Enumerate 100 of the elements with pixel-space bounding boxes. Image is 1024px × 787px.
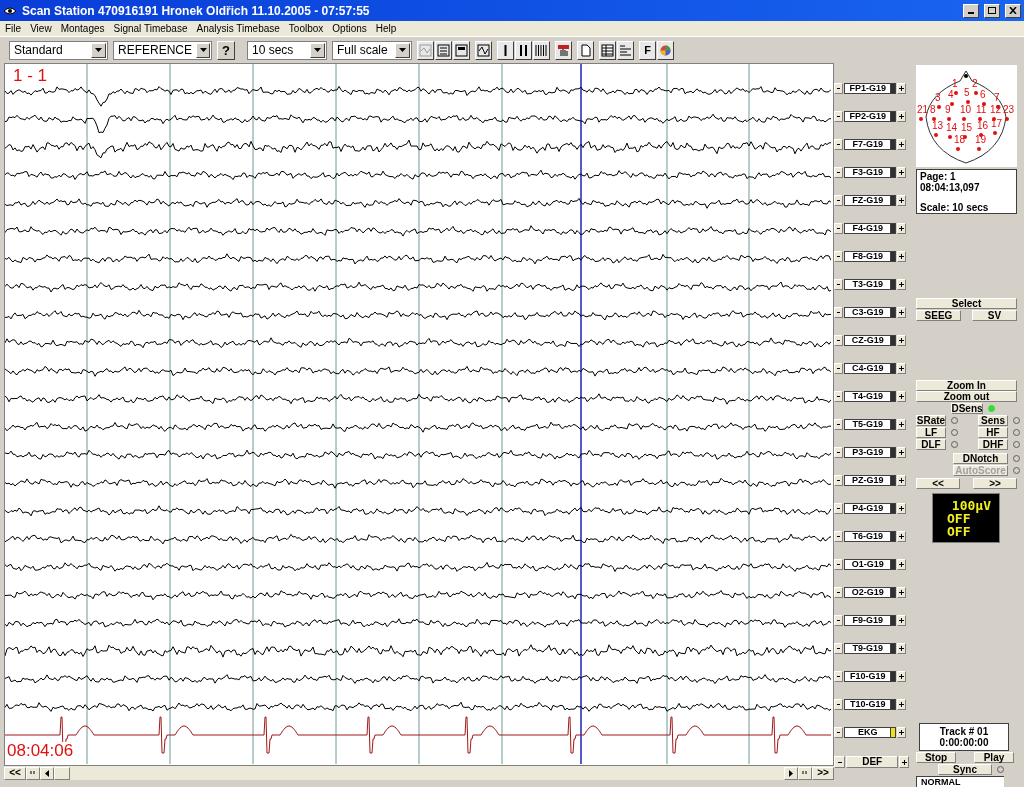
- timebase-dropdown[interactable]: 10 secs: [247, 40, 327, 60]
- increase-button[interactable]: [897, 279, 907, 290]
- page-button[interactable]: >>: [973, 478, 1017, 489]
- increase-button[interactable]: [897, 503, 907, 514]
- decrease-button[interactable]: [834, 363, 844, 374]
- increase-button[interactable]: [897, 671, 907, 682]
- menu-item[interactable]: Options: [332, 21, 367, 36]
- increase-button[interactable]: [897, 307, 907, 318]
- decrease-button[interactable]: [834, 587, 844, 598]
- decrease-button[interactable]: [834, 111, 844, 122]
- channel-label[interactable]: F4-G19: [844, 223, 897, 234]
- close-icon[interactable]: [1005, 3, 1021, 18]
- channel-label[interactable]: P4-G19: [844, 503, 897, 514]
- increase-button[interactable]: [897, 699, 907, 710]
- increase-button[interactable]: [897, 475, 907, 486]
- channel-label[interactable]: F3-G19: [844, 167, 897, 178]
- decrease-button[interactable]: [834, 391, 844, 402]
- decrease-button[interactable]: [834, 139, 844, 150]
- decrease-button[interactable]: [834, 699, 844, 710]
- zoom-button[interactable]: Zoom In: [916, 380, 1017, 391]
- single-bar-icon[interactable]: [497, 40, 514, 60]
- decrease-button[interactable]: [834, 307, 844, 318]
- decrease-button[interactable]: [834, 475, 844, 486]
- channel-label[interactable]: F9-G19: [844, 615, 897, 626]
- increase-button[interactable]: [897, 615, 907, 626]
- increase-button[interactable]: [897, 111, 907, 122]
- maximize-icon[interactable]: [984, 3, 1000, 18]
- menu-item[interactable]: Signal Timebase: [113, 21, 188, 36]
- channel-label[interactable]: P3-G19: [844, 447, 897, 458]
- decrease-button[interactable]: [834, 615, 844, 626]
- toggle-button[interactable]: LF: [916, 427, 946, 438]
- increase-button[interactable]: [897, 419, 907, 430]
- mode-button[interactable]: SV: [972, 310, 1017, 321]
- toggle-button[interactable]: HF: [978, 427, 1008, 438]
- channel-label[interactable]: F8-G19: [844, 251, 897, 262]
- increase-button[interactable]: [897, 531, 907, 542]
- channel-label[interactable]: T4-G19: [844, 391, 897, 402]
- quote-icon[interactable]: [798, 766, 812, 780]
- montage-dropdown[interactable]: Standard: [9, 40, 108, 60]
- font-button[interactable]: F: [639, 40, 656, 60]
- decrease-button[interactable]: [834, 531, 844, 542]
- channel-label[interactable]: PZ-G19: [844, 475, 897, 486]
- table-icon[interactable]: [599, 40, 616, 60]
- decrease-button[interactable]: [834, 756, 846, 768]
- scroll-thumb[interactable]: [54, 766, 70, 780]
- playback-button[interactable]: Stop: [916, 752, 956, 763]
- decrease-button[interactable]: [834, 419, 844, 430]
- quote-icon[interactable]: [26, 766, 40, 780]
- channel-label[interactable]: T3-G19: [844, 279, 897, 290]
- decrease-button[interactable]: [834, 195, 844, 206]
- toggle-button[interactable]: DNotch: [953, 453, 1008, 464]
- decrease-button[interactable]: [834, 671, 844, 682]
- decrease-button[interactable]: [834, 223, 844, 234]
- increase-button[interactable]: [897, 251, 907, 262]
- decrease-button[interactable]: [834, 727, 844, 738]
- zoom-button[interactable]: Zoom out: [916, 391, 1017, 402]
- toggle-button[interactable]: DHF: [978, 439, 1008, 450]
- menu-item[interactable]: Toolbox: [288, 21, 324, 36]
- select-button[interactable]: Select: [916, 298, 1017, 309]
- menu-item[interactable]: Analysis Timebase: [196, 21, 280, 36]
- increase-button[interactable]: [897, 447, 907, 458]
- scroll-back-button[interactable]: <<: [4, 766, 26, 780]
- mode-button[interactable]: SEEG: [916, 310, 961, 321]
- decrease-button[interactable]: [834, 251, 844, 262]
- channel-label[interactable]: T9-G19: [844, 643, 897, 654]
- hand-icon[interactable]: [555, 40, 572, 60]
- channel-label[interactable]: CZ-G19: [844, 335, 897, 346]
- increase-button[interactable]: [897, 335, 907, 346]
- bars-icon[interactable]: [533, 40, 550, 60]
- reference-dropdown[interactable]: REFERENCE: [113, 40, 212, 60]
- increase-button[interactable]: [897, 167, 907, 178]
- decrease-button[interactable]: [834, 83, 844, 94]
- increase-button[interactable]: [897, 363, 907, 374]
- channel-label[interactable]: C4-G19: [844, 363, 897, 374]
- playback-button[interactable]: Play: [974, 752, 1014, 763]
- scale-dropdown[interactable]: Full scale: [332, 40, 412, 60]
- toggle-button[interactable]: DLF: [916, 439, 946, 450]
- decrease-button[interactable]: [834, 279, 844, 290]
- page-button[interactable]: <<: [916, 478, 960, 489]
- channel-label[interactable]: O1-G19: [844, 559, 897, 570]
- increase-button[interactable]: [897, 559, 907, 570]
- toggle-button[interactable]: Sens: [978, 415, 1008, 426]
- color-wheel-icon[interactable]: [657, 40, 674, 60]
- channel-label[interactable]: F10-G19: [844, 671, 897, 682]
- decrease-button[interactable]: [834, 167, 844, 178]
- decrease-button[interactable]: [834, 503, 844, 514]
- channel-label[interactable]: FP1-G19: [844, 83, 897, 94]
- channel-label[interactable]: F7-G19: [844, 139, 897, 150]
- menu-item[interactable]: File: [5, 21, 22, 36]
- increase-button[interactable]: [897, 83, 907, 94]
- help-button[interactable]: ?: [217, 40, 235, 60]
- channel-label[interactable]: FP2-G19: [844, 111, 897, 122]
- decrease-button[interactable]: [834, 447, 844, 458]
- increase-button[interactable]: [897, 643, 907, 654]
- channel-label[interactable]: C3-G19: [844, 307, 897, 318]
- sync-button[interactable]: Sync: [938, 764, 992, 775]
- increase-button[interactable]: [897, 587, 907, 598]
- decrease-button[interactable]: [834, 643, 844, 654]
- page-icon[interactable]: [577, 40, 594, 60]
- mode-dropdown[interactable]: NORMAL: [916, 776, 1004, 787]
